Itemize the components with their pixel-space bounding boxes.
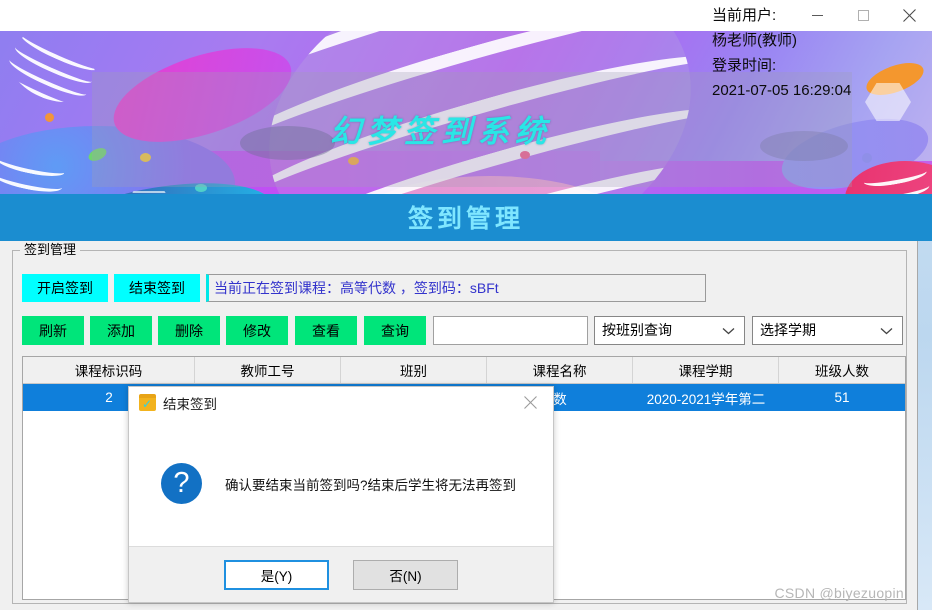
view-button[interactable]: 查看 <box>295 316 357 345</box>
dialog-yes-button[interactable]: 是(Y) <box>224 559 329 590</box>
application-window: 幻梦签到系统 当前用户: 杨老师(教师) 登录时间: 2021-07-05 16… <box>0 0 932 610</box>
table-header-row: 课程标识码 教师工号 班别 课程名称 课程学期 班级人数 <box>23 357 905 384</box>
app-title: 幻梦签到系统 <box>330 114 552 150</box>
page-title: 签到管理 <box>407 204 524 233</box>
cell-class-size: 51 <box>834 390 850 405</box>
current-user-name: 杨老师(教师) <box>712 32 797 49</box>
column-header-class[interactable]: 班别 <box>341 357 487 383</box>
add-button[interactable]: 添加 <box>90 316 152 345</box>
end-signin-dialog: ✓ 结束签到 ? 确认要结束当前签到吗?结束后学生将无法再签到 是(Y) 否(N… <box>128 386 554 603</box>
user-info-panel: 当前用户: 杨老师(教师) 登录时间: 2021-07-05 16:29:04 <box>712 3 851 103</box>
end-signin-button[interactable]: 结束签到 <box>114 274 200 302</box>
watermark: CSDN @biyezuopin <box>774 585 904 601</box>
dialog-message: 确认要结束当前签到吗?结束后学生将无法再签到 <box>225 477 517 493</box>
banner-confetti <box>45 113 54 122</box>
query-button[interactable]: 查询 <box>364 316 426 345</box>
dialog-footer: 是(Y) 否(N) <box>129 546 553 602</box>
calendar-check-icon: ✓ <box>139 394 156 411</box>
groupbox-label: 签到管理 <box>20 243 81 257</box>
cell-term: 2020-2021学年第二 <box>646 391 766 407</box>
filter-by-class-dropdown[interactable]: 按班别查询 <box>594 316 745 345</box>
column-header-course-id[interactable]: 课程标识码 <box>23 357 195 383</box>
column-header-course-name[interactable]: 课程名称 <box>487 357 633 383</box>
chevron-down-icon <box>722 317 735 344</box>
dialog-title: 结束签到 <box>163 396 217 412</box>
login-time-value: 2021-07-05 16:29:04 <box>712 82 852 99</box>
column-header-teacher-id[interactable]: 教师工号 <box>195 357 341 383</box>
banner-swirl-icon-1 <box>0 31 107 115</box>
refresh-button[interactable]: 刷新 <box>22 316 84 345</box>
column-header-term[interactable]: 课程学期 <box>633 357 779 383</box>
close-button[interactable] <box>886 0 932 31</box>
dialog-body: ? 确认要结束当前签到吗?结束后学生将无法再签到 <box>129 418 553 549</box>
dialog-titlebar: ✓ 结束签到 <box>129 387 553 418</box>
close-icon <box>524 396 537 409</box>
select-term-dropdown[interactable]: 选择学期 <box>752 316 903 345</box>
column-header-class-size[interactable]: 班级人数 <box>779 357 905 383</box>
dialog-no-button[interactable]: 否(N) <box>353 559 458 590</box>
question-icon: ? <box>161 463 202 504</box>
filter-by-class-label: 按班别查询 <box>602 322 672 338</box>
maximize-icon <box>857 10 869 21</box>
start-signin-button[interactable]: 开启签到 <box>22 274 108 302</box>
search-input[interactable] <box>433 316 588 345</box>
current-user-label: 当前用户: <box>712 7 777 24</box>
close-icon <box>902 9 916 22</box>
select-term-label: 选择学期 <box>760 322 816 338</box>
edit-button[interactable]: 修改 <box>226 316 288 345</box>
chevron-down-icon <box>880 317 893 344</box>
dialog-close-button[interactable] <box>508 387 553 418</box>
banner-confetti <box>862 153 872 163</box>
delete-button[interactable]: 删除 <box>158 316 220 345</box>
current-signin-status: 当前正在签到课程：高等代数 ，签到码：sBFt <box>206 274 706 302</box>
page-header-bar: 签到管理 <box>0 194 932 241</box>
login-time-label: 登录时间: <box>712 57 777 74</box>
